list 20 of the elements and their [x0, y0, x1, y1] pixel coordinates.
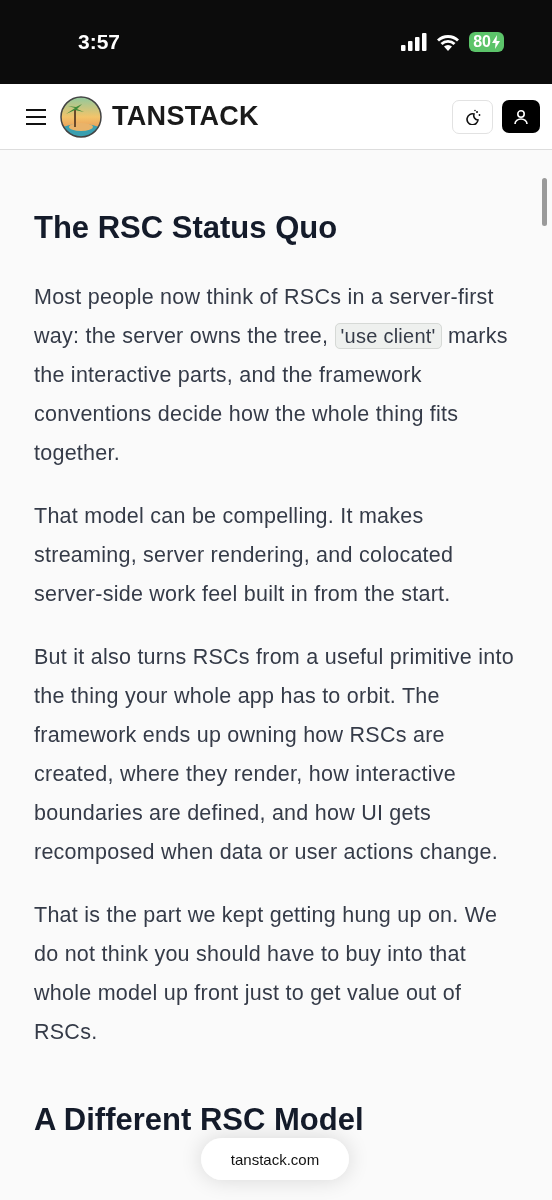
section-heading: The RSC Status Quo	[34, 210, 339, 246]
paragraph: Most people now think of RSCs in a server-first way: the server owns the tree, 'use client' marks the interactive parts, and the framework conventions decide how the whole thing fits together.	[34, 284, 509, 467]
scrollbar[interactable]	[542, 178, 547, 226]
paragraph: That model can be compelling. It makes streaming, server rendering, and colocated server-side work feel built in from the start.	[34, 503, 455, 608]
logo-text[interactable]: TANSTACK	[112, 101, 259, 132]
user-icon	[513, 108, 529, 125]
signal-icon	[401, 33, 428, 51]
theme-toggle-button[interactable]	[452, 99, 493, 134]
inline-code: 'use client'	[334, 323, 442, 349]
charging-icon	[492, 35, 500, 49]
url-pill[interactable]: tanstack.com	[201, 1138, 349, 1180]
account-button[interactable]	[502, 100, 540, 133]
section-heading: A Different RSC Model	[34, 1102, 365, 1138]
menu-icon[interactable]	[26, 107, 46, 126]
battery-indicator: 80	[469, 32, 504, 52]
wifi-icon	[436, 33, 461, 51]
paragraph: But it also turns RSCs from a useful primitive into the thing your whole app has to orbit. The framework ends up owning how RSCs are created, where they render, how interactive boundaries are defined, and how UI gets recomposed when data or user actions change.	[34, 644, 515, 866]
clock-time: 3:57	[78, 30, 121, 54]
paragraph: That is the part we kept getting hung up on. We do not think you should have to buy into that whole model up front just to get value out of RSCs.	[34, 902, 499, 1046]
moon-icon	[464, 108, 481, 125]
